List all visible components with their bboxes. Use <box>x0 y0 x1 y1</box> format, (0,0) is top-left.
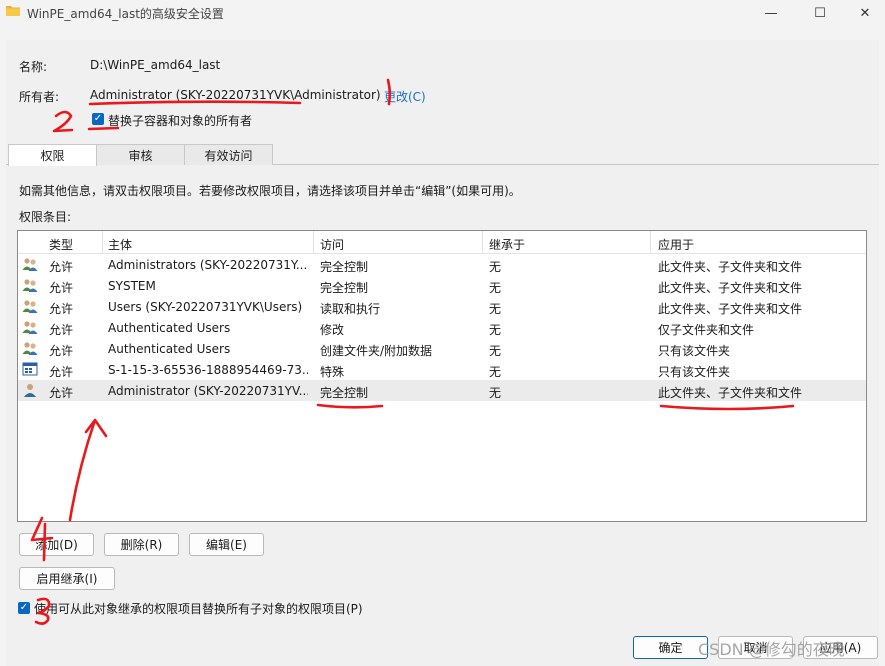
cell-applies: 此文件夹、子文件夹和文件 <box>658 386 803 400</box>
checkmark-icon: ✓ <box>93 113 103 124</box>
tab-label: 审核 <box>128 148 153 163</box>
window-title: WinPE_amd64_last的高级安全设置 <box>27 7 224 21</box>
button-label: 添加(D) <box>35 538 78 552</box>
minimize-button[interactable]: — <box>748 0 794 26</box>
minimize-icon: — <box>764 5 778 21</box>
column-header-inherited[interactable]: 继承于 <box>489 236 525 253</box>
cell-inherited: 无 <box>489 281 502 295</box>
button-label: 确定 <box>658 641 683 655</box>
table-row[interactable]: 允许 Administrators (SKY-20220731Y... 完全控制 无 此… <box>18 254 866 275</box>
cell-applies: 仅子文件夹和文件 <box>658 323 755 337</box>
cell-principal: SYSTEM <box>108 279 156 293</box>
cell-access: 特殊 <box>320 365 345 379</box>
column-header-applies[interactable]: 应用于 <box>658 236 694 253</box>
replace-child-permissions-checkbox[interactable]: ✓ <box>18 602 30 614</box>
column-divider[interactable] <box>313 231 314 253</box>
tab-label: 有效访问 <box>204 148 253 163</box>
title-bar: WinPE_amd64_last的高级安全设置 — ☐ ✕ <box>0 0 885 26</box>
cell-inherited: 无 <box>489 386 502 400</box>
column-header-access[interactable]: 访问 <box>320 236 344 253</box>
edit-button[interactable]: 编辑(E) <box>189 533 264 556</box>
name-value: D:\WinPE_amd64_last <box>90 58 221 72</box>
cell-type: 允许 <box>49 281 74 295</box>
cell-principal: Administrators (SKY-20220731Y... <box>108 258 308 272</box>
cell-access: 创建文件夹/附加数据 <box>320 344 433 358</box>
cell-principal: Authenticated Users <box>108 342 231 356</box>
tab-auditing[interactable]: 审核 <box>96 144 185 165</box>
cell-principal: Administrator (SKY-20220731YV... <box>108 384 308 398</box>
replace-child-permissions-label: 使用可从此对象继承的权限项目替换所有子对象的权限项目(P) <box>34 602 363 616</box>
change-owner-link[interactable]: 更改(C) <box>384 88 426 105</box>
cell-type: 允许 <box>49 323 74 337</box>
close-icon: ✕ <box>859 5 871 21</box>
cell-access: 完全控制 <box>320 386 369 400</box>
ok-button[interactable]: 确定 <box>633 636 708 659</box>
cell-type: 允许 <box>49 386 74 400</box>
users-group-icon <box>22 278 38 292</box>
owner-label: 所有者: <box>19 90 60 104</box>
cell-inherited: 无 <box>489 323 502 337</box>
cell-type: 允许 <box>49 344 74 358</box>
cell-access: 完全控制 <box>320 281 369 295</box>
info-text: 如需其他信息，请双击权限项目。若要修改权限项目，请选择该项目并单击“编辑”(如果… <box>19 184 521 198</box>
cell-access: 完全控制 <box>320 260 369 274</box>
tab-effective-access[interactable]: 有效访问 <box>184 144 273 165</box>
replace-owner-checkbox[interactable]: ✓ <box>92 113 104 125</box>
cell-inherited: 无 <box>489 302 502 316</box>
cell-applies: 此文件夹、子文件夹和文件 <box>658 281 803 295</box>
button-label: 启用继承(I) <box>36 572 98 586</box>
cell-applies: 只有该文件夹 <box>658 365 731 379</box>
close-button[interactable]: ✕ <box>842 0 885 26</box>
users-group-icon <box>22 341 38 355</box>
list-header: 类型 主体 访问 继承于 应用于 <box>18 231 866 254</box>
name-label: 名称: <box>19 60 48 74</box>
checkmark-icon: ✓ <box>19 602 29 613</box>
permission-entries-list[interactable]: 类型 主体 访问 继承于 应用于 允许 Administrators (SKY-2… <box>17 230 867 522</box>
single-user-icon <box>22 383 38 397</box>
cell-applies: 此文件夹、子文件夹和文件 <box>658 260 803 274</box>
remove-button[interactable]: 删除(R) <box>104 533 179 556</box>
table-row[interactable]: 允许 S-1-15-3-65536-1888954469-73... 特殊 无 只有该文… <box>18 359 866 380</box>
column-divider[interactable] <box>482 231 483 253</box>
watermark: CSDN @修勾的夜晚 <box>698 640 845 659</box>
replace-owner-label: 替换子容器和对象的所有者 <box>108 114 253 128</box>
table-row[interactable]: 允许 Authenticated Users 修改 无 仅子文件夹和文件 <box>18 317 866 338</box>
button-label: 删除(R) <box>120 538 163 552</box>
table-row[interactable]: 允许 SYSTEM 完全控制 无 此文件夹、子文件夹和文件 <box>18 275 866 296</box>
cell-type: 允许 <box>49 260 74 274</box>
cell-access: 读取和执行 <box>320 302 381 316</box>
cell-inherited: 无 <box>489 260 502 274</box>
cell-principal: S-1-15-3-65536-1888954469-73... <box>108 363 308 377</box>
cell-principal: Users (SKY-20220731YVK\Users) <box>108 300 303 314</box>
cell-applies: 只有该文件夹 <box>658 344 731 358</box>
folder-icon <box>6 6 20 16</box>
cell-type: 允许 <box>49 365 74 379</box>
cell-inherited: 无 <box>489 365 502 379</box>
cell-access: 修改 <box>320 323 345 337</box>
enable-inheritance-button[interactable]: 启用继承(I) <box>19 567 115 590</box>
column-header-principal[interactable]: 主体 <box>108 236 132 253</box>
users-group-icon <box>22 257 38 271</box>
entries-label: 权限条目: <box>19 210 72 224</box>
app-package-icon <box>22 362 38 376</box>
cell-type: 允许 <box>49 302 74 316</box>
tab-label: 权限 <box>40 149 65 163</box>
users-group-icon <box>22 320 38 334</box>
users-group-icon <box>22 299 38 313</box>
cell-principal: Authenticated Users <box>108 321 231 335</box>
table-row[interactable]: 允许 Users (SKY-20220731YVK\Users) 读取和执行 无 此文件… <box>18 296 866 317</box>
column-divider[interactable] <box>102 231 103 253</box>
cell-inherited: 无 <box>489 344 502 358</box>
button-label: 编辑(E) <box>206 538 247 552</box>
cell-applies: 此文件夹、子文件夹和文件 <box>658 302 803 316</box>
maximize-icon: ☐ <box>814 5 826 21</box>
add-button[interactable]: 添加(D) <box>19 533 94 556</box>
owner-value: Administrator (SKY-20220731YVK\Administr… <box>90 88 381 102</box>
tab-permissions[interactable]: 权限 <box>8 144 97 166</box>
column-header-type[interactable]: 类型 <box>49 236 73 253</box>
column-divider[interactable] <box>650 231 651 253</box>
maximize-button[interactable]: ☐ <box>797 0 843 26</box>
table-row[interactable]: 允许 Authenticated Users 创建文件夹/附加数据 无 只有该文件夹 <box>18 338 866 359</box>
table-row[interactable]: 允许 Administrator (SKY-20220731YV... 完全控制 无 此… <box>18 380 866 401</box>
